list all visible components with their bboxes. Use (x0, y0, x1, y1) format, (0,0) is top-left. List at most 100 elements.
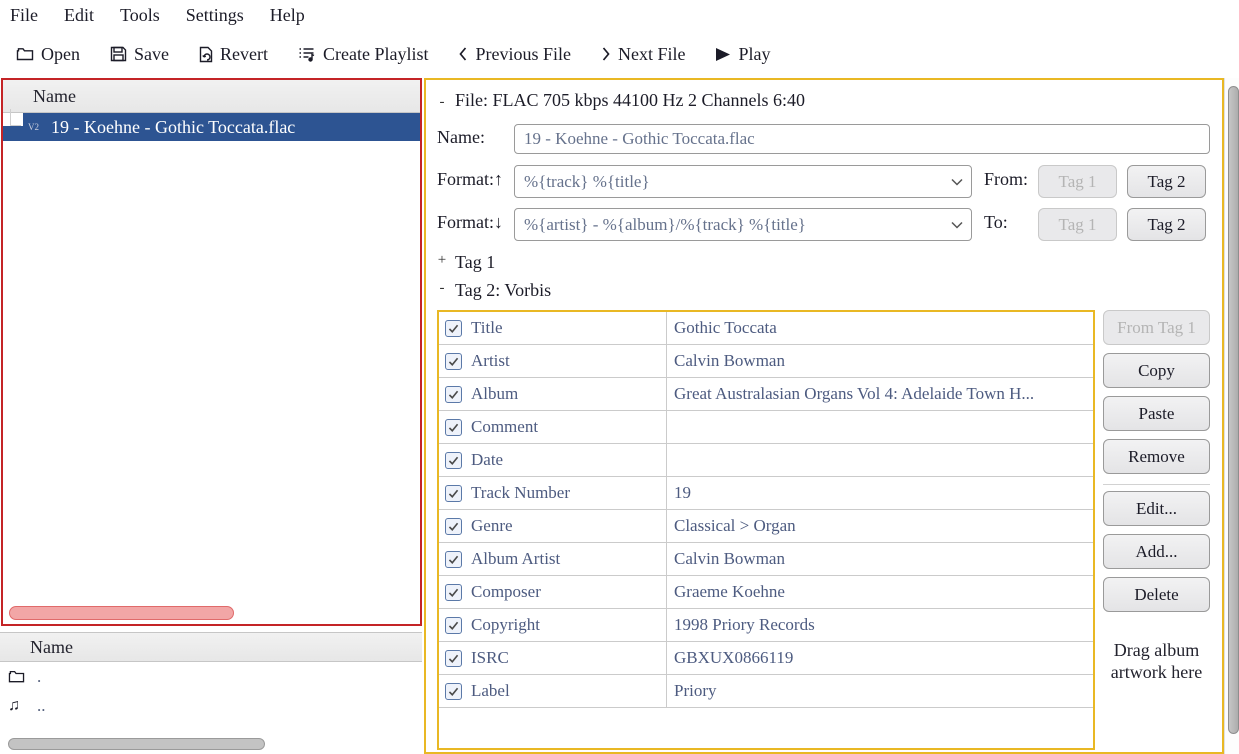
tag-field-row[interactable]: Track Number 19 (439, 477, 1093, 510)
tag-field-row[interactable]: ISRC GBXUX0866119 (439, 642, 1093, 675)
checkmark-icon (447, 487, 460, 500)
add-button[interactable]: Add... (1103, 534, 1210, 569)
format-from-filename-combo[interactable]: %{track} %{title} (514, 165, 972, 198)
checkmark-icon (447, 454, 460, 467)
previous-file-button[interactable]: Previous File (458, 44, 571, 65)
tag-field-row[interactable]: Album Artist Calvin Bowman (439, 543, 1093, 576)
field-name: Genre (471, 516, 513, 536)
menu-tools[interactable]: Tools (120, 5, 160, 26)
field-name: Title (471, 318, 503, 338)
field-checkbox[interactable] (445, 518, 462, 535)
tag2-section-header: - Tag 2: Vorbis (435, 280, 551, 301)
file-list-horizontal-scrollbar[interactable] (9, 606, 234, 620)
save-button[interactable]: Save (110, 44, 169, 65)
field-value[interactable]: GBXUX0866119 (667, 642, 1093, 674)
field-value[interactable] (667, 411, 1093, 443)
directory-row-parent[interactable]: ♫ .. (0, 691, 422, 720)
create-playlist-button[interactable]: Create Playlist (298, 44, 428, 65)
field-checkbox[interactable] (445, 452, 462, 469)
to-tag2-button[interactable]: Tag 2 (1127, 208, 1206, 241)
create-playlist-icon (298, 46, 316, 62)
checkmark-icon (447, 388, 460, 401)
field-checkbox[interactable] (445, 683, 462, 700)
directory-list-horizontal-scrollbar[interactable] (8, 738, 265, 750)
field-checkbox[interactable] (445, 551, 462, 568)
tag2-collapse-toggle[interactable]: - (435, 280, 449, 301)
remove-button[interactable]: Remove (1103, 439, 1210, 474)
field-value[interactable] (667, 444, 1093, 476)
field-value[interactable]: Priory (667, 675, 1093, 707)
tree-branch-guide (3, 113, 23, 126)
menu-edit[interactable]: Edit (64, 5, 94, 26)
field-checkbox[interactable] (445, 353, 462, 370)
tag1-collapse-toggle[interactable]: + (435, 252, 449, 273)
file-list-name-header[interactable]: Name (3, 80, 420, 113)
tag-field-row[interactable]: Album Great Australasian Organs Vol 4: A… (439, 378, 1093, 411)
tag-field-row[interactable]: Composer Graeme Koehne (439, 576, 1093, 609)
next-file-button[interactable]: Next File (601, 44, 686, 65)
from-tag2-button[interactable]: Tag 2 (1127, 165, 1206, 198)
play-button[interactable]: Play (715, 44, 770, 65)
tag-field-row[interactable]: Copyright 1998 Priory Records (439, 609, 1093, 642)
tag-field-row[interactable]: Date (439, 444, 1093, 477)
filename-input[interactable] (514, 124, 1210, 154)
vertical-scrollbar-thumb[interactable] (1228, 86, 1239, 734)
checkmark-icon (447, 586, 460, 599)
checkmark-icon (447, 520, 460, 533)
tag-field-row[interactable]: Label Priory (439, 675, 1093, 708)
file-list-selected-row[interactable]: V2 19 - Koehne - Gothic Toccata.flac (3, 113, 420, 141)
format-to-filename-combo[interactable]: %{artist} - %{album}/%{track} %{title} (514, 208, 972, 241)
tag-field-row[interactable]: Artist Calvin Bowman (439, 345, 1093, 378)
open-icon (16, 46, 34, 62)
copy-button[interactable]: Copy (1103, 353, 1210, 388)
tag-field-row[interactable]: Comment (439, 411, 1093, 444)
paste-button[interactable]: Paste (1103, 396, 1210, 431)
field-checkbox[interactable] (445, 617, 462, 634)
tag-field-row[interactable]: Title Gothic Toccata (439, 312, 1093, 345)
field-name: Track Number (471, 483, 570, 503)
format-from-filename-value: %{track} %{title} (524, 172, 650, 192)
menu-file[interactable]: File (10, 5, 38, 26)
menu-help[interactable]: Help (270, 5, 305, 26)
tag2-field-table: Title Gothic Toccata Artist Calvin Bowma… (437, 310, 1095, 750)
open-label: Open (41, 44, 80, 65)
directory-row-current[interactable]: . (0, 662, 422, 691)
directory-label: .. (37, 696, 46, 716)
field-checkbox[interactable] (445, 419, 462, 436)
field-name: ISRC (471, 648, 509, 668)
save-label: Save (134, 44, 169, 65)
format-to-filename-value: %{artist} - %{album}/%{track} %{title} (524, 215, 806, 235)
checkmark-icon (447, 553, 460, 566)
album-artwork-drop-area[interactable]: Drag album artwork here (1097, 640, 1216, 683)
tag-field-row[interactable]: Genre Classical > Organ (439, 510, 1093, 543)
from-tag1-button: Tag 1 (1038, 165, 1117, 198)
directory-list-name-header[interactable]: Name (0, 632, 422, 662)
field-value[interactable]: Graeme Koehne (667, 576, 1093, 608)
open-button[interactable]: Open (16, 44, 80, 65)
tag-version-badge: V2 (28, 122, 39, 132)
revert-button[interactable]: Revert (199, 44, 268, 65)
file-section-collapse-toggle[interactable]: - (435, 94, 449, 111)
field-checkbox[interactable] (445, 650, 462, 667)
field-name: Copyright (471, 615, 540, 635)
field-name: Composer (471, 582, 541, 602)
field-value[interactable]: Calvin Bowman (667, 345, 1093, 377)
folder-icon (8, 669, 30, 684)
window-vertical-scrollbar[interactable] (1224, 78, 1239, 754)
name-label: Name: (437, 127, 485, 148)
field-checkbox[interactable] (445, 386, 462, 403)
menu-settings[interactable]: Settings (186, 5, 244, 26)
field-checkbox[interactable] (445, 584, 462, 601)
chevron-down-icon (951, 221, 963, 229)
field-value[interactable]: Gothic Toccata (667, 312, 1093, 344)
field-value[interactable]: 19 (667, 477, 1093, 509)
field-checkbox[interactable] (445, 485, 462, 502)
field-value[interactable]: 1998 Priory Records (667, 609, 1093, 641)
delete-button[interactable]: Delete (1103, 577, 1210, 612)
field-value[interactable]: Calvin Bowman (667, 543, 1093, 575)
field-value[interactable]: Great Australasian Organs Vol 4: Adelaid… (667, 378, 1093, 410)
field-name: Album Artist (471, 549, 560, 569)
field-value[interactable]: Classical > Organ (667, 510, 1093, 542)
edit-button[interactable]: Edit... (1103, 491, 1210, 526)
field-checkbox[interactable] (445, 320, 462, 337)
